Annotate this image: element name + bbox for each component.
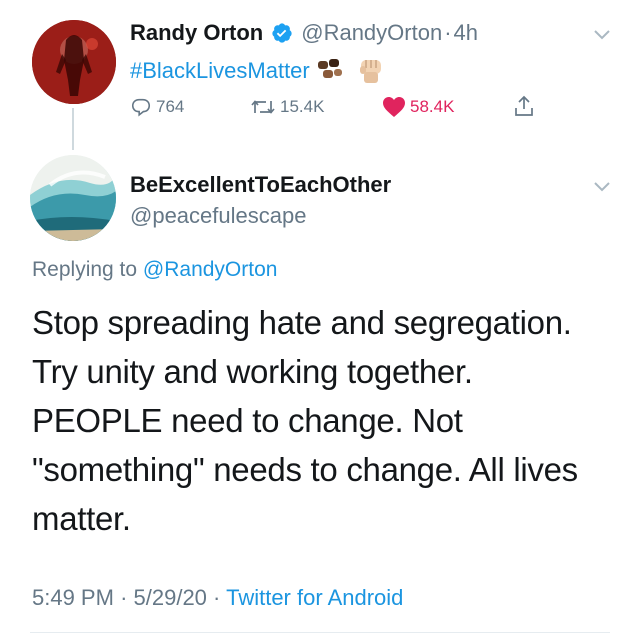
display-name[interactable]: Randy Orton	[130, 20, 263, 46]
tweet-body: Stop spreading hate and segregation. Try…	[32, 298, 622, 543]
tweet-time[interactable]: 4h	[454, 20, 478, 46]
reply-button[interactable]: 764	[130, 96, 184, 118]
replying-to-link[interactable]: @RandyOrton	[143, 258, 278, 281]
share-button[interactable]	[512, 94, 536, 118]
avatar-randy-orton[interactable]	[32, 20, 116, 104]
heart-icon	[383, 97, 405, 117]
tweet-body-line: PEOPLE need to change. Not	[32, 402, 463, 439]
divider	[30, 632, 610, 633]
tweet-body-line: matter.	[32, 500, 131, 537]
like-button[interactable]: 58.4K	[382, 96, 454, 118]
tweet-metadata: 5:49 PM · 5/29/20 · Twitter for Android	[32, 585, 403, 611]
raised-fists-emoji-icon	[314, 57, 346, 85]
retweet-count: 15.4K	[280, 97, 325, 116]
tweet1-text: #BlackLivesMatter	[130, 56, 386, 86]
display-name[interactable]: BeExcellentToEachOther	[130, 172, 391, 198]
separator-dot: ·	[120, 585, 128, 610]
reply-count: 764	[156, 97, 185, 116]
share-icon	[515, 95, 533, 116]
replying-to: Replying to @RandyOrton	[32, 258, 277, 282]
raised-fist-emoji-icon	[356, 56, 386, 86]
avatar-wave-image	[30, 155, 116, 241]
handle[interactable]: @RandyOrton	[301, 20, 442, 46]
avatar-peacefulescape[interactable]	[30, 155, 116, 241]
separator-dot: ·	[444, 20, 452, 45]
tweet-source-link[interactable]: Twitter for Android	[226, 585, 403, 610]
tweet-body-line: Stop spreading hate and segregation.	[32, 304, 572, 341]
thread-connector-line	[72, 108, 74, 150]
tweet2-header: BeExcellentToEachOther @peacefulescape	[130, 172, 391, 229]
tweet1-actions: 764 15.4K 58.4K	[130, 94, 550, 124]
reply-icon	[131, 98, 151, 117]
retweet-button[interactable]: 15.4K	[250, 96, 324, 118]
verified-badge-icon	[271, 22, 293, 44]
avatar-image	[32, 20, 116, 104]
hashtag-link[interactable]: #BlackLivesMatter	[130, 58, 310, 84]
like-count: 58.4K	[410, 97, 455, 116]
tweet-body-line: Try unity and working together.	[32, 353, 473, 390]
chevron-down-icon[interactable]	[592, 176, 612, 201]
tweet-date: 5/29/20	[133, 585, 207, 610]
tweet1-header: Randy Orton @RandyOrton · 4h	[130, 20, 478, 46]
handle[interactable]: @peacefulescape	[130, 203, 391, 229]
separator-dot: ·	[213, 585, 221, 610]
retweet-icon	[251, 100, 275, 114]
tweet-time: 5:49 PM	[32, 585, 114, 610]
chevron-down-icon[interactable]	[592, 24, 612, 49]
tweet-body-line: "something" needs to change. All lives	[32, 451, 578, 488]
replying-prefix: Replying to	[32, 258, 138, 281]
